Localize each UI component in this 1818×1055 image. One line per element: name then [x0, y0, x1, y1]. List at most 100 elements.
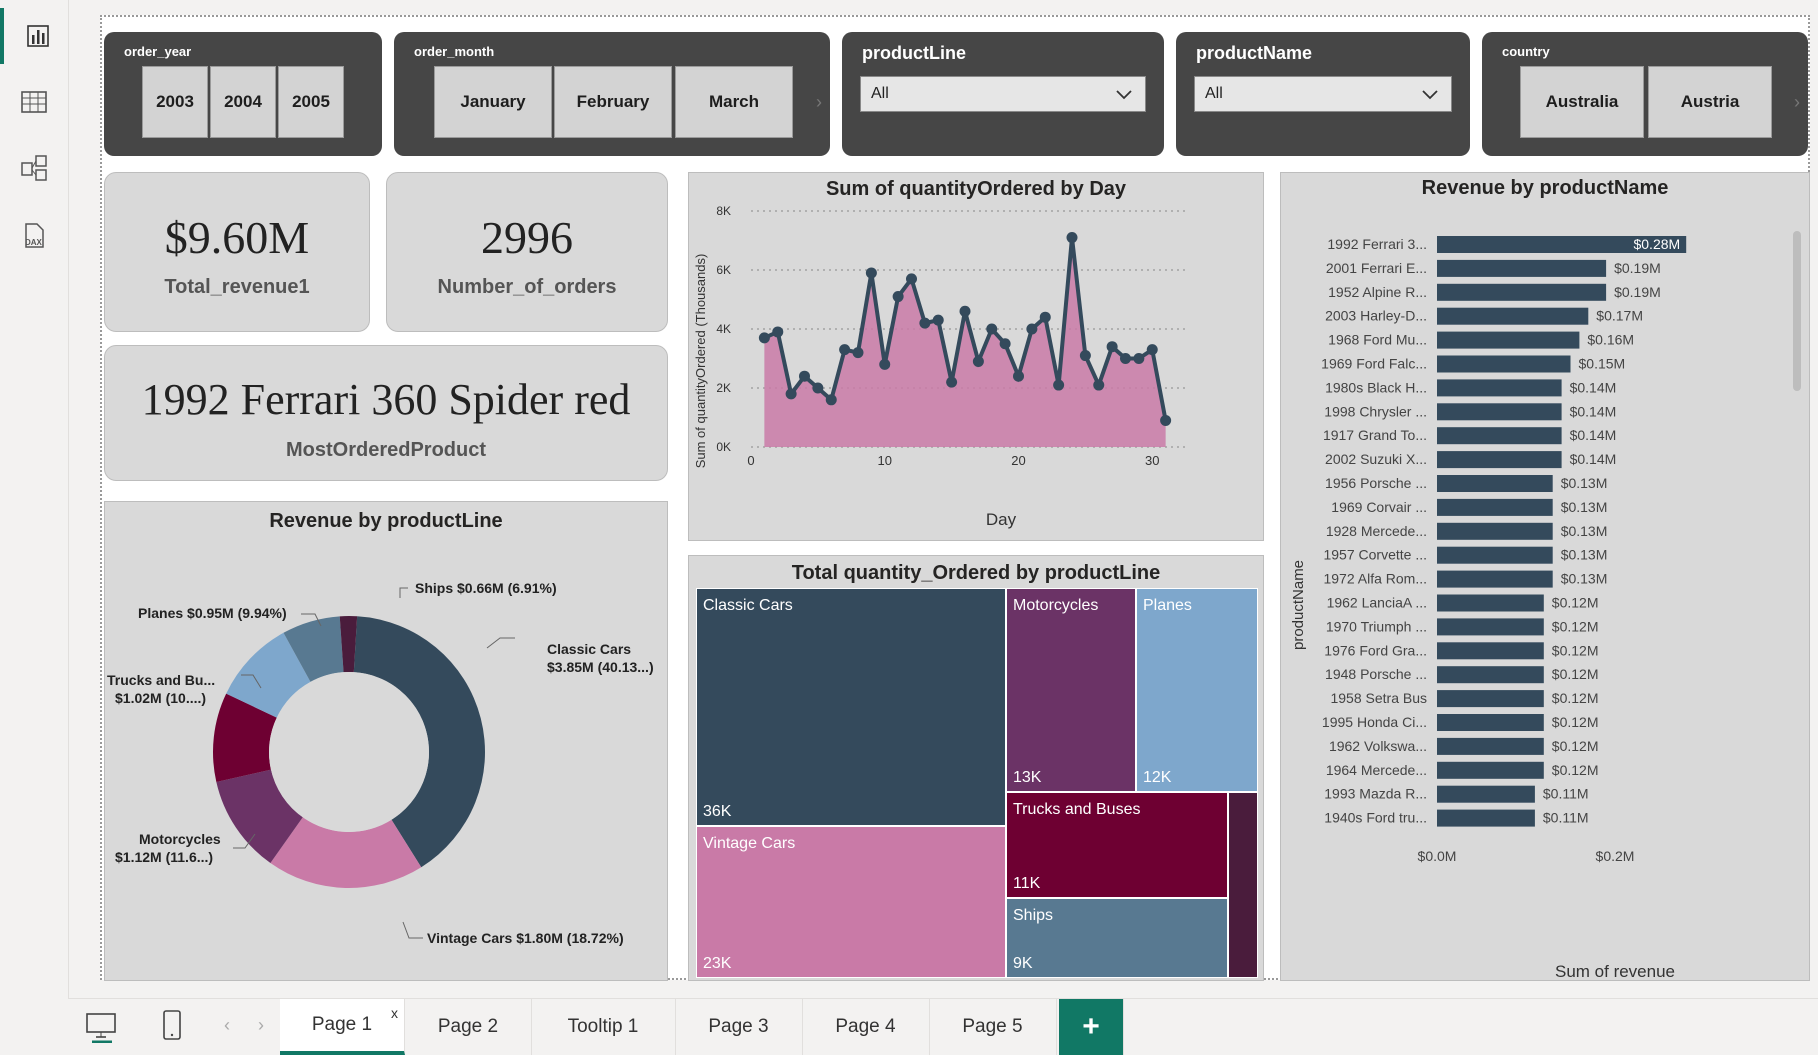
mobile-layout-button[interactable]: [160, 1009, 184, 1048]
scroll-right-icon[interactable]: ›: [1794, 92, 1800, 113]
tab-page-4[interactable]: Page 4: [802, 999, 930, 1055]
data-point[interactable]: [906, 273, 917, 285]
bar[interactable]: [1437, 690, 1544, 708]
bar[interactable]: [1437, 642, 1544, 660]
treemap-cell-trucks-and-buses[interactable]: Trucks and Buses 11K: [1006, 792, 1228, 898]
data-point[interactable]: [1093, 379, 1105, 391]
bar[interactable]: [1437, 498, 1553, 516]
treemap-cell-motorcycles[interactable]: Motorcycles 13K: [1006, 588, 1136, 792]
total-revenue-card[interactable]: $9.60M Total_revenue1: [104, 172, 370, 332]
data-point[interactable]: [825, 394, 837, 406]
data-point[interactable]: [839, 344, 851, 356]
treemap-cell-planes[interactable]: Planes 12K: [1136, 588, 1258, 792]
revenue-by-productline-chart[interactable]: Revenue by productLine Planes $0.95M (9.…: [104, 501, 668, 981]
revenue-by-productname-chart[interactable]: Revenue by productName productName 1992 …: [1280, 172, 1810, 981]
scrollbar-thumb[interactable]: [1793, 231, 1801, 391]
month-january-tile[interactable]: January: [434, 66, 552, 138]
add-page-button[interactable]: +: [1059, 999, 1124, 1055]
bar[interactable]: [1437, 307, 1589, 325]
bar[interactable]: [1437, 714, 1544, 731]
country-austria-tile[interactable]: Austria: [1648, 66, 1772, 138]
country-australia-tile[interactable]: Australia: [1520, 66, 1644, 138]
model-view-button[interactable]: [0, 140, 68, 196]
tab-tooltip-1[interactable]: Tooltip 1: [531, 999, 676, 1055]
year-2003-tile[interactable]: 2003: [142, 66, 208, 138]
table-view-button[interactable]: [0, 74, 68, 130]
data-point[interactable]: [892, 291, 904, 303]
bar[interactable]: [1437, 785, 1535, 803]
data-point[interactable]: [1026, 323, 1038, 335]
bar[interactable]: [1437, 475, 1553, 492]
data-point[interactable]: [972, 355, 984, 367]
scroll-right-icon[interactable]: ›: [816, 92, 822, 113]
treemap-cell-classic-cars[interactable]: Classic Cars 36K: [696, 588, 1006, 826]
data-point[interactable]: [772, 326, 784, 338]
desktop-layout-button[interactable]: [84, 1009, 118, 1048]
bar[interactable]: [1437, 737, 1544, 755]
bar[interactable]: [1437, 809, 1535, 827]
bar[interactable]: [1437, 379, 1562, 397]
close-tab-icon[interactable]: x: [391, 1005, 398, 1021]
year-2004-tile[interactable]: 2004: [210, 66, 276, 138]
bar[interactable]: [1437, 259, 1607, 277]
most-ordered-product-card[interactable]: 1992 Ferrari 360 Spider red MostOrderedP…: [104, 345, 668, 481]
bar[interactable]: [1437, 355, 1571, 373]
scroll-right-icon[interactable]: ›: [258, 1015, 264, 1036]
data-point[interactable]: [812, 382, 824, 394]
tab-page-5[interactable]: Page 5: [929, 999, 1057, 1055]
data-point[interactable]: [852, 347, 864, 359]
dax-query-button[interactable]: DAX: [0, 208, 68, 264]
data-point[interactable]: [932, 314, 944, 326]
data-point[interactable]: [799, 370, 810, 382]
bar[interactable]: [1437, 403, 1562, 421]
data-point[interactable]: [986, 323, 998, 335]
bar[interactable]: [1437, 570, 1553, 588]
tab-page-2[interactable]: Page 2: [405, 999, 532, 1055]
treemap-cell-vintage-cars[interactable]: Vintage Cars 23K: [696, 826, 1006, 978]
data-point[interactable]: [1146, 344, 1158, 356]
productname-dropdown[interactable]: All: [1194, 76, 1452, 112]
bar[interactable]: [1437, 427, 1562, 445]
data-point[interactable]: [959, 305, 971, 317]
data-point[interactable]: [1039, 311, 1051, 323]
data-point[interactable]: [879, 358, 891, 370]
treemap-cell-trains[interactable]: [1228, 792, 1258, 978]
treemap-cell-ships[interactable]: Ships 9K: [1006, 898, 1228, 978]
tab-page-3[interactable]: Page 3: [675, 999, 803, 1055]
scroll-left-icon[interactable]: ‹: [224, 1015, 230, 1036]
data-point[interactable]: [865, 267, 877, 279]
data-point[interactable]: [1079, 350, 1091, 362]
data-point[interactable]: [1066, 232, 1078, 244]
data-point[interactable]: [999, 338, 1011, 350]
y-tick-label: 4K: [716, 322, 731, 336]
chart-title: Revenue by productName: [1421, 177, 1669, 199]
bar[interactable]: [1437, 666, 1544, 684]
number-of-orders-card[interactable]: 2996 Number_of_orders: [386, 172, 668, 332]
data-point[interactable]: [1053, 379, 1065, 391]
quantity-by-productline-treemap[interactable]: Total quantity_Ordered by productLine Cl…: [688, 555, 1264, 981]
bar[interactable]: [1437, 331, 1580, 349]
data-point[interactable]: [1013, 370, 1024, 382]
bar[interactable]: [1437, 618, 1544, 636]
quantity-by-day-chart[interactable]: Sum of quantityOrdered by Day Sum of qua…: [688, 172, 1264, 541]
month-february-tile[interactable]: February: [554, 66, 672, 138]
report-view-button[interactable]: [0, 8, 72, 64]
bar[interactable]: [1437, 546, 1553, 564]
data-point[interactable]: [1120, 353, 1131, 364]
data-point[interactable]: [1106, 341, 1118, 353]
bar[interactable]: [1437, 283, 1607, 301]
data-point[interactable]: [785, 388, 797, 400]
data-point[interactable]: [1160, 414, 1172, 426]
year-2005-tile[interactable]: 2005: [278, 66, 344, 138]
bar[interactable]: [1437, 761, 1544, 779]
bar[interactable]: [1437, 522, 1553, 540]
data-point[interactable]: [1133, 353, 1145, 364]
data-point[interactable]: [919, 317, 931, 329]
tab-page-1[interactable]: Page 1 x: [280, 999, 405, 1055]
productline-dropdown[interactable]: All: [860, 76, 1146, 112]
data-point[interactable]: [946, 376, 958, 388]
month-march-tile[interactable]: March: [675, 66, 793, 138]
bar[interactable]: [1437, 594, 1544, 612]
data-point[interactable]: [758, 332, 770, 344]
bar[interactable]: [1437, 451, 1562, 469]
